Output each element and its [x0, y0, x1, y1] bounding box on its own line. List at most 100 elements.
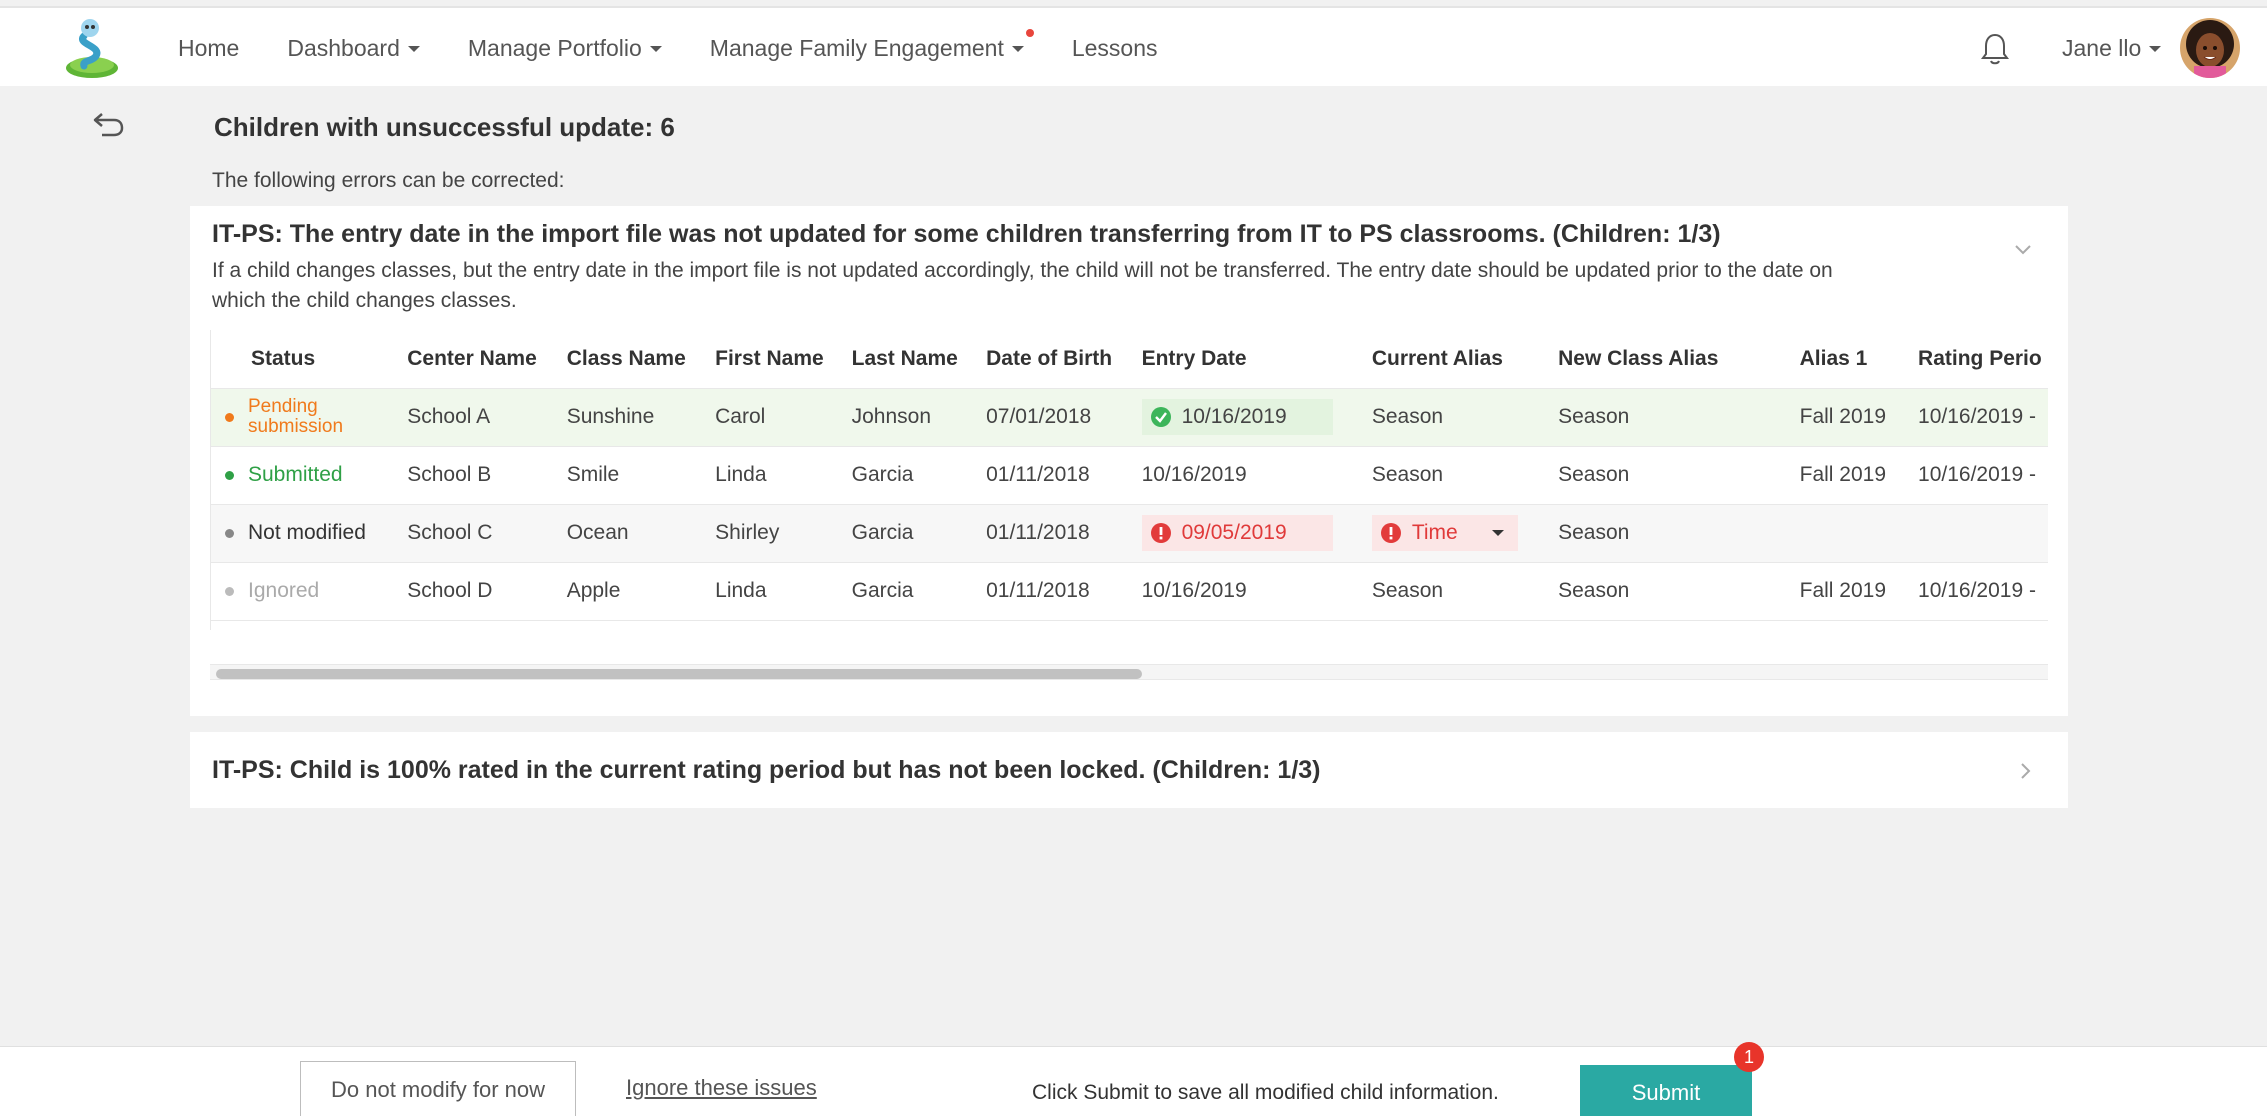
status-text: Pending: [248, 396, 318, 417]
cell-current-alias: Season: [1371, 562, 1559, 621]
main-nav: Home Dashboard Manage Portfolio Manage F…: [178, 8, 1206, 88]
error-icon: [1380, 523, 1401, 543]
user-menu[interactable]: Jane llo: [2062, 8, 2162, 88]
cell-entry-date: 10/16/2019: [1141, 446, 1372, 505]
caret-down-icon: [407, 46, 420, 52]
cell-dob: 01/11/2018: [986, 446, 1142, 505]
status-submitted: Submitted: [211, 463, 407, 487]
entry-date-field[interactable]: 10/16/2019: [1141, 399, 1333, 435]
cell-center: School B: [407, 446, 567, 505]
cell-last-name: Johnson: [851, 388, 987, 447]
cell-first-name: Carol: [715, 388, 852, 447]
col-header-status: Status: [211, 330, 408, 389]
nav-lessons[interactable]: Lessons: [1072, 35, 1158, 62]
app-logo-icon[interactable]: [62, 16, 122, 80]
do-not-modify-button[interactable]: Do not modify for now: [300, 1061, 576, 1116]
cell-center: School A: [407, 388, 567, 447]
error-icon: [1150, 523, 1171, 543]
issue-panel-not-locked[interactable]: IT-PS: Child is 100% rated in the curren…: [190, 732, 2068, 808]
col-header-date-of-birth: Date of Birth: [986, 330, 1142, 389]
cell-class: Sunshine: [566, 388, 716, 447]
table-row[interactable]: Not modified School C Ocean Shirley Garc…: [211, 504, 2048, 563]
cell-new-alias: Season: [1558, 446, 1800, 505]
current-alias-select[interactable]: Time: [1371, 515, 1518, 551]
entry-date-value: 10/16/2019: [1181, 405, 1287, 428]
caret-down-icon: [2149, 46, 2162, 52]
col-header-current-alias: Current Alias: [1371, 330, 1559, 389]
col-header-new-class-alias: New Class Alias: [1558, 330, 1800, 389]
horizontal-scrollbar[interactable]: [210, 664, 2048, 680]
cell-first-name: Linda: [715, 562, 852, 621]
chevron-down-icon[interactable]: [2014, 244, 2032, 256]
cell-new-alias: Season: [1558, 388, 1800, 447]
cell-class: Ocean: [566, 504, 716, 563]
col-header-rating-period: Rating Perio: [1918, 330, 2048, 389]
table-row[interactable]: Pending submission School A Sunshine Caro…: [211, 388, 2048, 447]
table-header-row: Status Center Name Class Name First Name…: [211, 330, 2048, 389]
nav-home[interactable]: Home: [178, 35, 239, 62]
scrollbar-thumb[interactable]: [216, 669, 1142, 679]
status-text: submission: [248, 416, 344, 437]
current-alias-value: Time: [1411, 521, 1458, 544]
cell-alias-1: Fall 2019: [1799, 562, 1919, 621]
cell-class: Smile: [566, 446, 716, 505]
page-subtitle: The following errors can be corrected:: [212, 169, 565, 192]
submit-hint: Click Submit to save all modified child …: [1032, 1081, 1499, 1104]
notification-dot: [1025, 28, 1034, 37]
cell-dob: 01/11/2018: [986, 562, 1142, 621]
cell-class: Apple: [566, 562, 716, 621]
col-header-entry-date: Entry Date: [1141, 330, 1372, 389]
back-arrow-icon[interactable]: [92, 108, 126, 138]
entry-date-field[interactable]: 09/05/2019: [1141, 515, 1333, 551]
nav-manage-portfolio-label: Manage Portfolio: [467, 34, 642, 61]
cell-new-alias: Season: [1558, 504, 1800, 563]
cell-first-name: Linda: [715, 446, 852, 505]
status-not-modified: Not modified: [211, 521, 407, 545]
caret-down-icon: [649, 46, 662, 52]
status-text: Submitted: [248, 463, 343, 486]
cell-alias-1: Fall 2019: [1799, 446, 1919, 505]
table-row[interactable]: Submitted School B Smile Linda Garcia 01…: [211, 446, 2048, 505]
issue-title[interactable]: IT-PS: The entry date in the import file…: [212, 220, 1721, 249]
issue-table: Status Center Name Class Name First Name…: [210, 330, 2048, 630]
status-ignored: Ignored: [211, 579, 407, 603]
nav-dashboard[interactable]: Dashboard: [287, 35, 420, 62]
caret-down-icon: [1491, 530, 1504, 536]
status-text: Ignored: [248, 579, 320, 602]
table-row[interactable]: Ignored School D Apple Linda Garcia 01/1…: [211, 562, 2048, 621]
ignore-issues-link[interactable]: Ignore these issues: [626, 1075, 817, 1101]
cell-new-alias: Season: [1558, 562, 1800, 621]
children-table: Status Center Name Class Name First Name…: [211, 330, 2048, 621]
user-avatar[interactable]: [2180, 18, 2240, 78]
bell-icon[interactable]: [1980, 32, 2010, 66]
cell-current-alias: Season: [1371, 388, 1559, 447]
check-circle-icon: [1150, 407, 1171, 427]
cell-rating-period: [1918, 504, 2048, 563]
top-navigation-bar: Home Dashboard Manage Portfolio Manage F…: [0, 6, 2267, 86]
status-text: Not modified: [248, 521, 366, 544]
nav-manage-family-engagement[interactable]: Manage Family Engagement: [710, 28, 1034, 62]
cell-alias-1: [1799, 504, 1919, 563]
nav-manage-portfolio[interactable]: Manage Portfolio: [468, 35, 662, 62]
cell-rating-period: 10/16/2019 -: [1918, 388, 2048, 447]
status-pending: Pending submission: [211, 397, 407, 437]
submit-count-badge: 1: [1734, 1042, 1764, 1072]
cell-center: School C: [407, 504, 567, 563]
nav-dashboard-label: Dashboard: [287, 34, 400, 61]
submit-button[interactable]: Submit: [1580, 1065, 1752, 1116]
caret-down-icon: [1011, 46, 1024, 52]
cell-entry-date: 10/16/2019: [1141, 562, 1372, 621]
status-dot: [225, 412, 234, 422]
col-header-class-name: Class Name: [566, 330, 716, 389]
cell-rating-period: 10/16/2019 -: [1918, 562, 2048, 621]
cell-rating-period: 10/16/2019 -: [1918, 446, 2048, 505]
status-dot: [225, 528, 234, 538]
chevron-right-icon[interactable]: [2020, 762, 2032, 780]
page-title: Children with unsuccessful update: 6: [214, 112, 675, 142]
user-name: Jane llo: [2062, 34, 2142, 61]
issue-panel-entry-date: IT-PS: The entry date in the import file…: [190, 206, 2068, 716]
cell-last-name: Garcia: [851, 446, 987, 505]
cell-last-name: Garcia: [851, 504, 987, 563]
nav-home-label: Home: [178, 34, 240, 61]
cell-dob: 01/11/2018: [986, 504, 1142, 563]
